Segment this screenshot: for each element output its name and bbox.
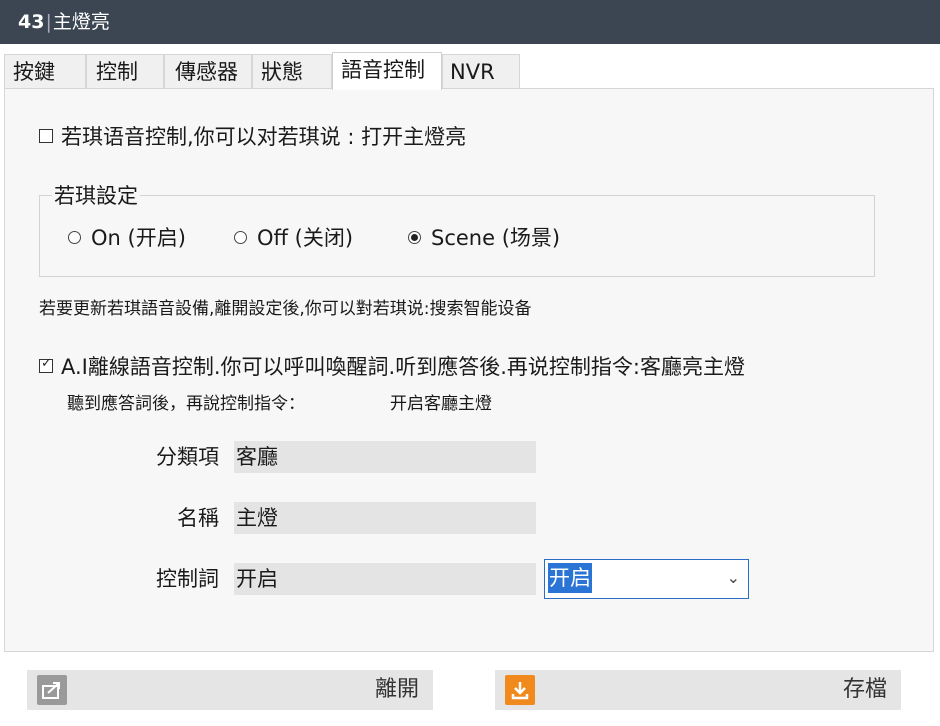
- tab-label: NVR: [450, 60, 495, 84]
- tab-bar: 按鍵 控制 傳感器 狀態 語音控制 NVR: [0, 52, 940, 90]
- tab-label: 狀態: [261, 60, 303, 84]
- download-save-icon: [505, 675, 535, 705]
- radio-off-icon[interactable]: [234, 230, 247, 244]
- tab-control[interactable]: 控制: [86, 54, 164, 88]
- share-exit-icon: [37, 675, 67, 705]
- checkbox-checked-icon[interactable]: [39, 356, 53, 373]
- tab-label: 語音控制: [341, 58, 425, 82]
- ai-sub-label: 聽到應答詞後，再說控制指令：: [67, 394, 305, 414]
- radio-on-label: On (开启): [91, 226, 186, 250]
- ruoqi-voice-label: 若琪语音控制,你可以对若琪说 : 打开主燈亮: [61, 125, 467, 149]
- tab-sensor[interactable]: 傳感器: [164, 54, 252, 88]
- ruoqi-voice-checkbox[interactable]: 若琪语音控制,你可以对若琪说 : 打开主燈亮: [39, 121, 466, 151]
- control-word-select[interactable]: 开启 ⌄: [544, 559, 749, 599]
- tab-label: 按鍵: [13, 60, 55, 84]
- radio-on-icon[interactable]: [408, 230, 421, 244]
- ruoqi-update-hint: 若要更新若琪語音設備,離開設定後,你可以對若琪说:搜索智能设备: [39, 299, 532, 319]
- tab-voice-control[interactable]: 語音控制: [332, 52, 442, 90]
- radio-off-label: Off (关闭): [257, 226, 354, 250]
- window-title-number: 43: [18, 11, 45, 33]
- leave-button-label: 離開: [374, 677, 419, 702]
- control-word-field[interactable]: 开启: [234, 563, 536, 595]
- voice-control-panel: 若琪语音控制,你可以对若琪说 : 打开主燈亮 若琪設定 On (开启) Off …: [4, 88, 934, 652]
- tab-nvr[interactable]: NVR: [442, 54, 520, 88]
- radio-off-icon[interactable]: [68, 230, 81, 244]
- tab-status[interactable]: 狀態: [252, 54, 332, 88]
- window-title-separator: |: [45, 11, 52, 33]
- save-button-label: 存檔: [842, 677, 887, 702]
- ai-voice-label: A.I離線語音控制.你可以呼叫喚醒詞.听到應答後.再说控制指令:客廳亮主燈: [61, 355, 745, 379]
- ruoqi-settings-legend: 若琪設定: [52, 180, 140, 210]
- radio-scene[interactable]: Scene (场景): [408, 222, 560, 252]
- radio-scene-label: Scene (场景): [431, 226, 561, 250]
- radio-on[interactable]: On (开启): [68, 222, 186, 252]
- ai-voice-checkbox[interactable]: A.I離線語音控制.你可以呼叫喚醒詞.听到應答後.再说控制指令:客廳亮主燈: [39, 351, 745, 381]
- save-button[interactable]: 存檔: [495, 670, 901, 710]
- leave-button[interactable]: 離開: [27, 670, 433, 710]
- ai-sub-value: 开启客廳主燈: [390, 394, 492, 414]
- name-field[interactable]: 主燈: [234, 502, 536, 534]
- chevron-down-icon[interactable]: ⌄: [727, 560, 740, 596]
- checkbox-unchecked-icon[interactable]: [39, 129, 53, 143]
- tab-label: 傳感器: [175, 60, 238, 84]
- control-word-select-value: 开启: [548, 563, 592, 593]
- tab-label: 控制: [96, 60, 138, 84]
- radio-off[interactable]: Off (关闭): [234, 222, 353, 252]
- control-word-label: 控制詞: [156, 567, 219, 591]
- category-field[interactable]: 客廳: [234, 441, 536, 473]
- window-titlebar: 43|主燈亮: [0, 0, 940, 44]
- window-title-text: 主燈亮: [52, 11, 110, 33]
- tab-buttons[interactable]: 按鍵: [4, 54, 86, 88]
- name-label: 名稱: [177, 506, 219, 530]
- category-label: 分類項: [156, 445, 219, 469]
- ruoqi-settings-group: 若琪設定 On (开启) Off (关闭) Scene (场景): [39, 180, 875, 277]
